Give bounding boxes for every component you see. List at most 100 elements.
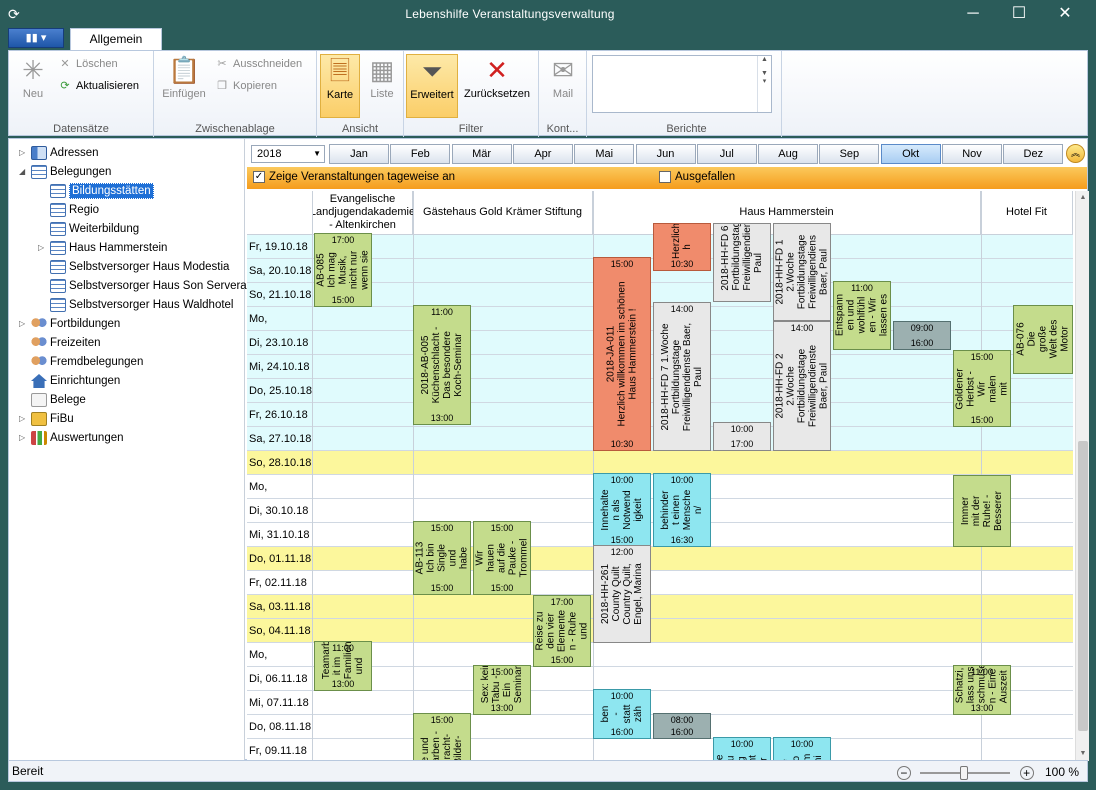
liste-button[interactable]: ▦ Liste [362,54,402,110]
minimize-button[interactable]: ─ [950,0,996,28]
date-row[interactable]: So, 28.10.18 [247,451,1073,475]
erweitert-button[interactable]: ⏷ Erweitert [406,54,458,118]
month-button[interactable]: Feb [390,144,451,164]
tree-item-fremdbelegungen[interactable]: Fremdbelegungen [31,353,143,371]
month-button[interactable]: Jun [635,144,696,164]
berichte-gallery[interactable]: ▲ ▼ ▾ [592,55,772,113]
tree-item-freizeiten[interactable]: Freizeiten [31,334,101,352]
event-card[interactable]: 09:00 16:00 [893,321,951,351]
mail-button[interactable]: ✉ Mail [541,54,585,110]
expand-icon[interactable]: ▷ [19,144,29,162]
berichte-scroll[interactable]: ▲ ▼ ▾ [757,56,771,112]
date-row[interactable]: Do, 01.11.18 [247,547,1073,571]
year-select[interactable]: 2018 ▼ [251,145,325,163]
ausschneiden-button[interactable]: ✂ Ausschneiden [214,55,302,73]
tree-item-haus-modestia[interactable]: Selbstversorger Haus Modestia [50,258,229,276]
tree-item-fibu[interactable]: ▷ FiBu [19,410,74,428]
tree-item-einrichtungen[interactable]: Einrichtungen [31,372,120,390]
vertical-scrollbar[interactable]: ▲ ▼ [1075,191,1089,761]
event-card[interactable]: 10:00e Ko mm uni15:00 [773,736,831,761]
zuruecksetzen-button[interactable]: ✕ Zurücksetzen [460,54,534,110]
tree-item-bildungsstaetten[interactable]: Bildungsstätten [50,182,154,200]
event-card[interactable]: 10:00wie klu ng unt er15:00 [713,736,771,761]
event-card[interactable]: 2018-HH-FD 6 1.Woche Fortbildungstage Fr… [713,223,771,303]
tree-item-fortbildungen[interactable]: ▷ Fortbildungen [19,315,120,333]
tree-item-weiterbildung[interactable]: Weiterbildung [50,220,139,238]
kopieren-button[interactable]: ❐ Kopieren [214,77,277,95]
event-card[interactable]: 2018-HH-FD 1 2.Woche Fortbildungstage Fr… [773,223,831,322]
date-row[interactable]: Mi, 07.11.18 [247,691,1073,715]
daily-checkbox[interactable]: ✓ [253,171,265,183]
tree-item-regio[interactable]: Regio [50,201,99,219]
maximize-button[interactable]: ☐ [996,0,1042,28]
event-card[interactable]: 15:00 AB-113 Ich bin Single und habe 15:00 [413,520,471,595]
event-card[interactable]: AB-076 Die große Welt des Motor [1013,304,1073,375]
event-card[interactable]: 15:00 2018-JA-011 Herzlich willkommen im … [593,256,651,451]
event-card[interactable]: 08:00 16:00 [653,712,711,739]
expand-icon[interactable]: ▷ [19,410,29,428]
month-button[interactable]: Jan [329,144,389,164]
event-card[interactable]: Immer mit der Ruhe! - Besserer [953,475,1011,547]
date-row[interactable]: Fr, 09.11.18 [247,739,1073,761]
month-button[interactable]: Aug [758,144,819,164]
tree-item-auswertungen[interactable]: ▷ Auswertungen [19,429,124,447]
close-button[interactable]: ✕ [1042,0,1088,28]
option-cancelled[interactable]: Ausgefallen [659,171,735,183]
karte-button[interactable]: 🗏 Karte [320,54,360,118]
date-row[interactable]: So, 04.11.18 [247,619,1073,643]
tree-item-haus-waldhotel[interactable]: Selbstversorger Haus Waldhotel [50,296,233,314]
month-button[interactable]: Sep [819,144,880,164]
tree-item-haus-son-servera[interactable]: Selbstversorger Haus Son Servera [50,277,247,295]
event-card[interactable]: 15:00 Goldener Herbst - Wir malen mit 15:0… [953,350,1011,427]
scroll-thumb[interactable] [1078,441,1088,731]
option-daily[interactable]: ✓ Zeige Veranstaltungen tageweise an [253,171,455,183]
einfuegen-button[interactable]: 📋 Einfügen [160,54,208,110]
event-card[interactable]: 14:00 2018-HH-FD 7 1.Woche Fortbildungsta… [653,302,711,451]
tree-item-belege[interactable]: Belege [31,391,86,409]
event-card[interactable]: 10:00 17:00 [713,422,771,451]
tree-item-adressen[interactable]: ▷ Adressen [19,144,99,162]
date-row[interactable]: Fr, 02.11.18 [247,571,1073,595]
month-button[interactable]: Apr [512,144,573,164]
event-card[interactable]: 11:00 Schatzi, lass uns schmuse n - Eine … [953,664,1011,715]
event-card[interactable]: 17:00 AB-085 Ich mag Musik, nicht nur wen… [314,232,372,307]
month-button[interactable]: Mai [574,144,635,164]
collapse-icon[interactable]: ◢ [19,163,29,181]
collapse-up-icon[interactable]: ︽ [1066,144,1085,163]
month-button[interactable]: Nov [942,144,1002,164]
zoom-in-button[interactable]: + [1019,765,1034,780]
event-card[interactable]: 11:00 Entspann en und wohlfühl en - Wir l… [833,280,891,351]
tab-allgemein[interactable]: Allgemein [70,28,162,50]
tree-item-belegungen[interactable]: ◢ Belegungen [19,163,111,181]
month-button[interactable]: Jul [696,144,757,164]
event-card[interactable]: 10:00 Innehalte n als Notwend igkeit 15:00 [593,472,651,547]
date-row[interactable]: Sa, 03.11.18 [247,595,1073,619]
event-card[interactable]: 10:00 behinder t einen Mensche n/16:30 [653,472,711,547]
zoom-slider[interactable] [920,765,1011,780]
event-card[interactable]: 14:00 2018-HH-FD 2 2.Woche Fortbildungsta… [773,321,831,451]
cancelled-checkbox[interactable] [659,171,671,183]
expand-icon[interactable]: ▷ [19,429,29,447]
neu-button[interactable]: ✳ Neu [11,54,55,110]
loeschen-button[interactable]: ✕ Löschen [57,55,117,73]
aktualisieren-button[interactable]: ⟳ Aktualisieren [57,77,139,95]
event-card[interactable]: 17:00 Reise zu den vier Elemente n - Ruhe… [533,595,591,667]
event-card[interactable]: Herzlich h 10:30 [653,223,711,271]
event-card[interactable]: 15:00 Sex: kein Tabu - Ein Seminar 13:00 [473,664,531,715]
zoom-knob[interactable] [960,765,969,780]
event-card[interactable]: 11:00 2018-AB-005 Küchenschlacht - Das be… [413,304,471,425]
tree-item-haus-hammerstein[interactable]: ▷ Haus Hammerstein [38,239,167,257]
expand-icon[interactable]: ▷ [38,239,48,257]
zoom-out-button[interactable]: − [896,765,911,780]
month-button[interactable]: Dez [1003,144,1064,164]
event-card[interactable]: 12:00 2018-HH-261 County Quilt Country Qu… [593,544,651,643]
expand-icon[interactable]: ▷ [19,315,29,333]
event-card[interactable]: 10:00 ben - statt zäh 16:00 [593,688,651,739]
application-menu-button[interactable]: ▮▮ ▾ [8,28,64,48]
scroll-up-icon[interactable]: ▲ [1076,191,1090,205]
scroll-down-icon[interactable]: ▼ [1076,747,1090,761]
month-button[interactable]: Okt [880,144,941,164]
event-card[interactable]: 15:00 e und Farben - Pracht- Bilder- [413,712,471,761]
month-button[interactable]: Mär [451,144,512,164]
event-card[interactable]: 15:00 Wir hauen auf die Pauke - Trommel 15… [473,520,531,595]
